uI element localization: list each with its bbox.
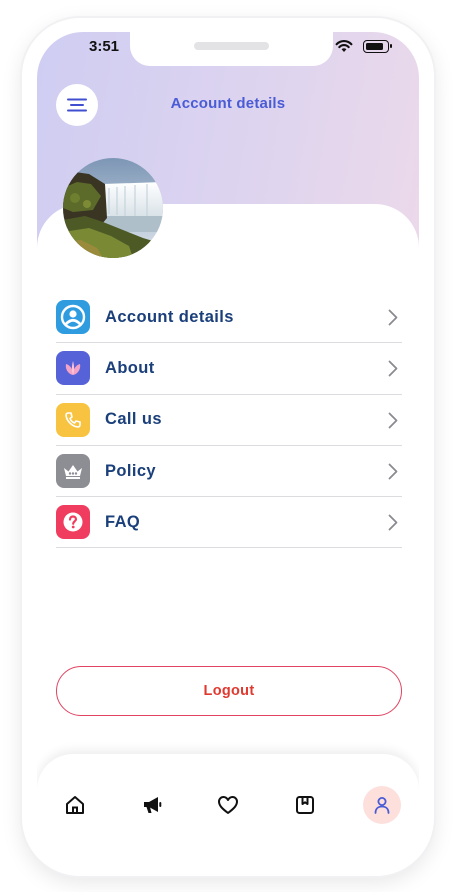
logout-button[interactable]: Logout <box>56 666 402 716</box>
menu-item-label: Call us <box>105 410 162 429</box>
battery-icon <box>363 40 392 53</box>
megaphone-icon <box>144 797 162 813</box>
nav-home[interactable] <box>56 786 94 824</box>
nav-promotions[interactable] <box>133 786 171 824</box>
menu-item-about[interactable]: About <box>56 343 402 395</box>
nav-favorites[interactable] <box>209 786 247 824</box>
profile-icon <box>374 797 390 814</box>
menu-item-policy[interactable]: Policy <box>56 446 402 498</box>
question-icon <box>56 505 90 540</box>
menu-item-faq[interactable]: FAQ <box>56 497 402 549</box>
screen: 3:51 Account details Account details Abo… <box>37 32 419 862</box>
speaker <box>194 42 269 50</box>
chevron-right-icon <box>388 412 398 428</box>
status-bar: 3:51 <box>37 32 419 72</box>
page-title: Account details <box>170 95 286 112</box>
user-circle-icon <box>56 300 90 335</box>
menu-item-call-us[interactable]: Call us <box>56 395 402 446</box>
chevron-right-icon <box>388 309 398 326</box>
menu-item-label: Policy <box>105 461 157 480</box>
menu-item-label: FAQ <box>105 512 141 531</box>
menu-item-account-details[interactable]: Account details <box>56 292 402 344</box>
status-time: 3:51 <box>89 38 120 55</box>
chevron-right-icon <box>388 463 398 480</box>
heart-icon <box>218 796 238 814</box>
nav-saved[interactable] <box>286 786 324 824</box>
avatar-waterfall-image <box>63 158 163 258</box>
chevron-right-icon <box>388 514 398 531</box>
bottom-nav <box>37 754 419 862</box>
chevron-right-icon <box>388 360 398 377</box>
avatar[interactable] <box>63 158 163 258</box>
menu-list: Account details About Call us Policy FAQ <box>56 292 402 549</box>
menu-item-label: About <box>105 358 155 377</box>
phone-icon <box>56 402 90 437</box>
wifi-icon <box>335 40 353 52</box>
crown-icon <box>56 454 90 489</box>
leaf-icon <box>56 351 90 386</box>
nav-profile[interactable] <box>363 786 401 824</box>
home-icon <box>66 796 84 814</box>
phone-frame: 3:51 Account details Account details Abo… <box>22 18 434 876</box>
notch <box>130 32 333 66</box>
menu-item-label: Account details <box>105 307 234 326</box>
bookmark-icon <box>296 796 314 814</box>
